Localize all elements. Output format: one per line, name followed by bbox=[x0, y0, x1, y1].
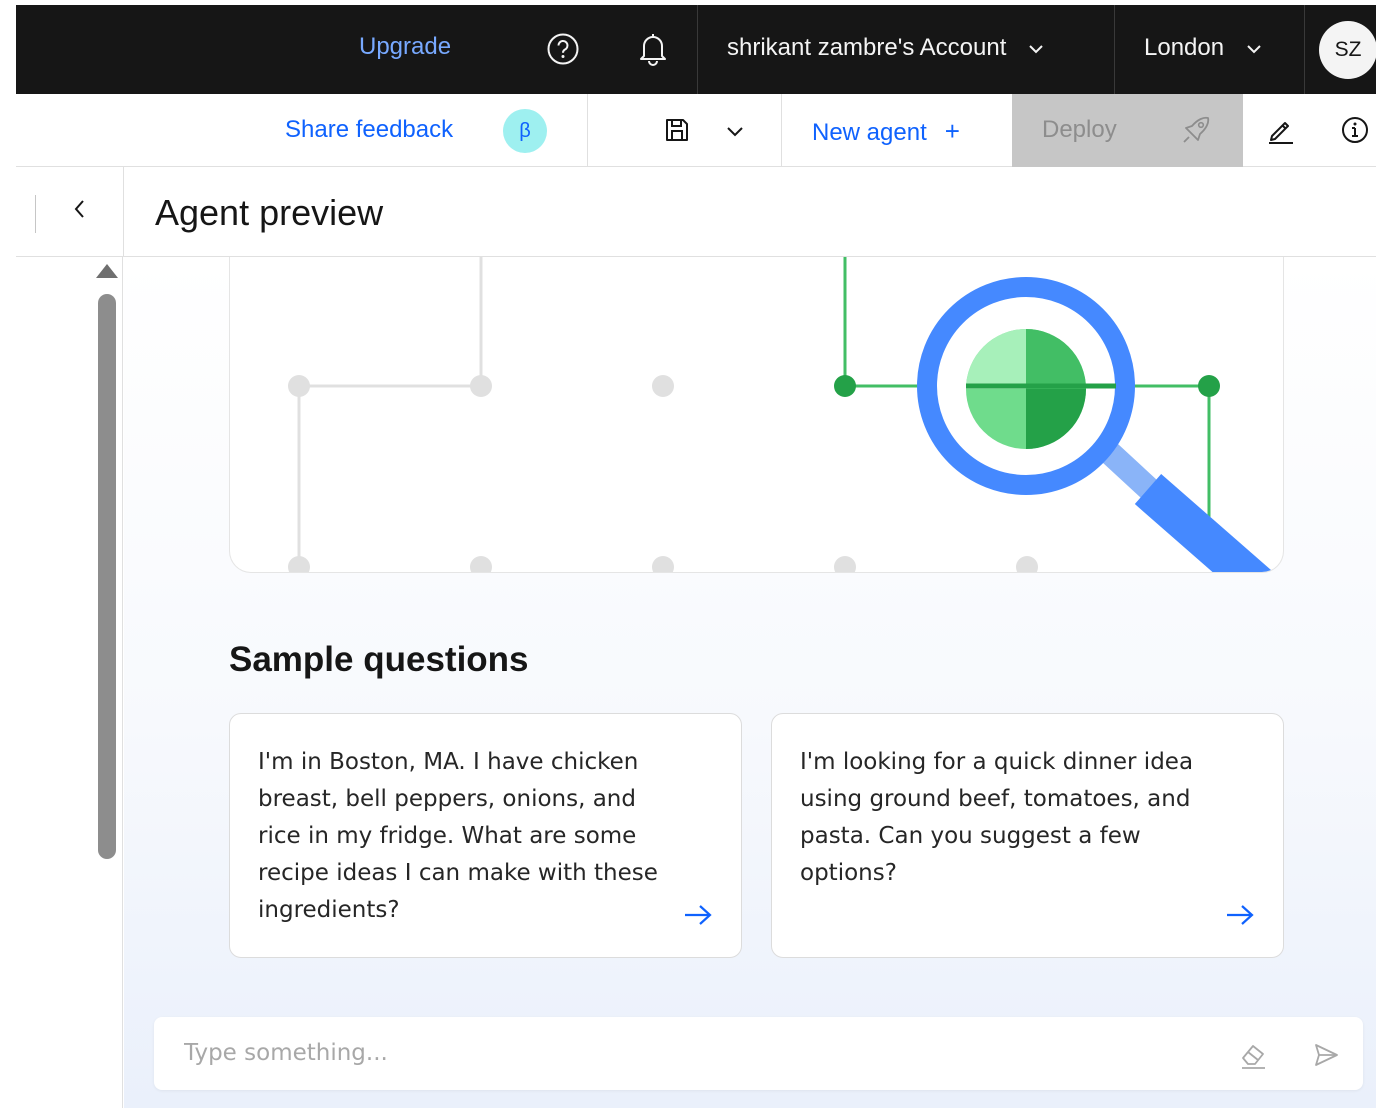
rocket-icon bbox=[1183, 116, 1210, 143]
edit-icon[interactable] bbox=[1266, 115, 1296, 145]
deploy-label: Deploy bbox=[1042, 116, 1117, 143]
help-circle-icon[interactable] bbox=[546, 32, 580, 66]
account-label: shrikant zambre's Account bbox=[727, 34, 1007, 61]
beta-badge: β bbox=[503, 109, 547, 153]
scroll-up-arrow-icon[interactable] bbox=[96, 264, 118, 278]
send-icon[interactable] bbox=[1312, 1041, 1340, 1069]
header-divider bbox=[123, 167, 124, 257]
save-icon[interactable] bbox=[664, 117, 690, 143]
share-feedback-link[interactable]: Share feedback bbox=[285, 116, 453, 144]
agent-illustration bbox=[229, 257, 1284, 573]
chevron-left-icon[interactable] bbox=[68, 197, 92, 221]
sample-questions-heading: Sample questions bbox=[229, 640, 529, 679]
topbar-divider bbox=[1304, 5, 1305, 94]
topbar-divider bbox=[1114, 5, 1115, 94]
eraser-icon[interactable] bbox=[1238, 1040, 1268, 1070]
network-magnifier-illustration bbox=[288, 257, 1274, 572]
region-switcher[interactable]: London bbox=[1144, 34, 1263, 62]
arrow-right-icon bbox=[685, 905, 712, 925]
chevron-down-icon[interactable] bbox=[724, 120, 746, 142]
plus-icon: + bbox=[944, 116, 960, 146]
arrow-right-icon bbox=[1227, 905, 1254, 925]
chat-input-bar bbox=[154, 1017, 1363, 1090]
upgrade-link[interactable]: Upgrade bbox=[359, 33, 451, 61]
top-bar: Upgrade shrikant zambre's Account London… bbox=[16, 5, 1376, 94]
sample-question-card[interactable]: I'm looking for a quick dinner idea usin… bbox=[771, 713, 1284, 958]
message-input[interactable] bbox=[184, 1037, 1184, 1069]
region-label: London bbox=[1144, 34, 1225, 61]
toolbar-divider bbox=[781, 94, 782, 167]
deploy-button[interactable]: Deploy bbox=[1012, 94, 1243, 167]
bell-icon[interactable] bbox=[636, 31, 670, 67]
avatar[interactable]: SZ bbox=[1319, 21, 1376, 79]
new-agent-button[interactable]: New agent + bbox=[812, 116, 960, 147]
header-divider bbox=[35, 195, 36, 233]
toolbar-divider bbox=[587, 94, 588, 167]
scrollbar-thumb[interactable] bbox=[98, 294, 116, 859]
sample-question-text: I'm in Boston, MA. I have chicken breast… bbox=[258, 749, 658, 923]
new-agent-label: New agent bbox=[812, 119, 927, 146]
account-switcher[interactable]: shrikant zambre's Account bbox=[727, 34, 1045, 62]
chevron-down-icon bbox=[1029, 44, 1043, 54]
sample-question-text: I'm looking for a quick dinner idea usin… bbox=[800, 749, 1194, 886]
agent-toolbar: Share feedback β New agent + Deploy bbox=[16, 94, 1376, 167]
chevron-down-icon bbox=[1247, 44, 1261, 54]
info-icon[interactable] bbox=[1341, 116, 1369, 144]
page-title: Agent preview bbox=[155, 192, 384, 233]
preview-header: Agent preview bbox=[16, 167, 1376, 257]
sample-question-card[interactable]: I'm in Boston, MA. I have chicken breast… bbox=[229, 713, 742, 958]
topbar-divider bbox=[697, 5, 698, 94]
